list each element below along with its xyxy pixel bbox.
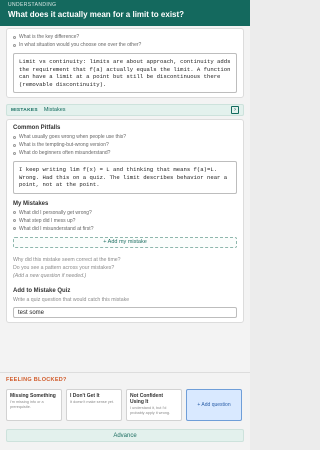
mistakes-card: Common Pitfalls What usually goes wrong … — [6, 119, 244, 323]
question: What do beginners often misunderstand? — [13, 149, 237, 157]
dont-get-it-button[interactable]: I Don't Get It It doesn't make sense yet… — [66, 389, 122, 421]
app-frame: UNDERSTANDING What does it actually mean… — [0, 0, 250, 450]
bullet-icon — [13, 151, 16, 155]
bullet-icon — [13, 211, 16, 214]
question: What did I misunderstand at first? — [13, 225, 237, 233]
quiz-subtitle: Write a quiz question that would catch t… — [13, 296, 130, 303]
bullet-icon — [13, 35, 16, 39]
follow-up-question: Why did this mistake seem correct at the… — [13, 256, 121, 263]
answer-textarea[interactable]: Limit vs continuity: limits are about ap… — [13, 53, 237, 93]
my-mistakes-title: My Mistakes — [13, 200, 49, 207]
understanding-card: What is the key difference? In what situ… — [6, 28, 244, 98]
missing-something-button[interactable]: Missing Something I'm missing info or a … — [6, 389, 62, 421]
header-kicker: UNDERSTANDING — [8, 2, 57, 8]
question: What is the tempting-but-wrong version? — [13, 141, 237, 149]
question: In what situation would you choose one o… — [13, 41, 237, 49]
tab-bar: MISTAKES Mistakes › — [6, 104, 244, 116]
collapse-icon[interactable]: › — [231, 106, 239, 114]
header-title: What does it actually mean for a limit t… — [8, 10, 185, 19]
feeling-blocked-label: FEELING BLOCKED? — [6, 377, 67, 383]
tab-mistakes[interactable]: Mistakes — [44, 107, 66, 113]
blocked-choices: Missing Something I'm missing info or a … — [6, 389, 242, 421]
tab-mistakes-active[interactable]: MISTAKES — [11, 108, 38, 113]
bullet-icon — [13, 227, 16, 230]
bullet-icon — [13, 135, 16, 139]
optional-note: (Add a new question if needed.) — [13, 272, 87, 279]
pitfalls-textarea[interactable]: I keep writing lim f(x) = L and thinking… — [13, 161, 237, 194]
question: What did I personally get wrong? — [13, 209, 237, 217]
question: What usually goes wrong when people use … — [13, 133, 237, 141]
question: What is the key difference? — [13, 33, 237, 41]
scroll-content[interactable]: What is the key difference? In what situ… — [6, 28, 244, 370]
add-mistake-button[interactable]: + Add my mistake — [13, 236, 237, 248]
bullet-icon — [13, 143, 16, 147]
quiz-title: Add to Mistake Quiz — [13, 287, 71, 294]
advance-button[interactable]: Advance — [6, 429, 244, 442]
follow-ups: Why did this mistake seem correct at the… — [13, 256, 237, 280]
not-confident-button[interactable]: Not Confident Using It I understand it, … — [126, 389, 182, 421]
question: What step did I mess up? — [13, 217, 237, 225]
feeling-blocked-panel: FEELING BLOCKED? Missing Something I'm m… — [0, 372, 250, 450]
header: UNDERSTANDING What does it actually mean… — [0, 0, 250, 26]
bullet-icon — [13, 43, 16, 47]
pitfalls-title: Common Pitfalls — [13, 125, 61, 131]
bullet-icon — [13, 219, 16, 222]
add-question-button[interactable]: + Add question — [186, 389, 242, 421]
follow-up-question: Do you see a pattern across your mistake… — [13, 264, 115, 271]
quiz-input[interactable]: test some — [13, 306, 237, 318]
